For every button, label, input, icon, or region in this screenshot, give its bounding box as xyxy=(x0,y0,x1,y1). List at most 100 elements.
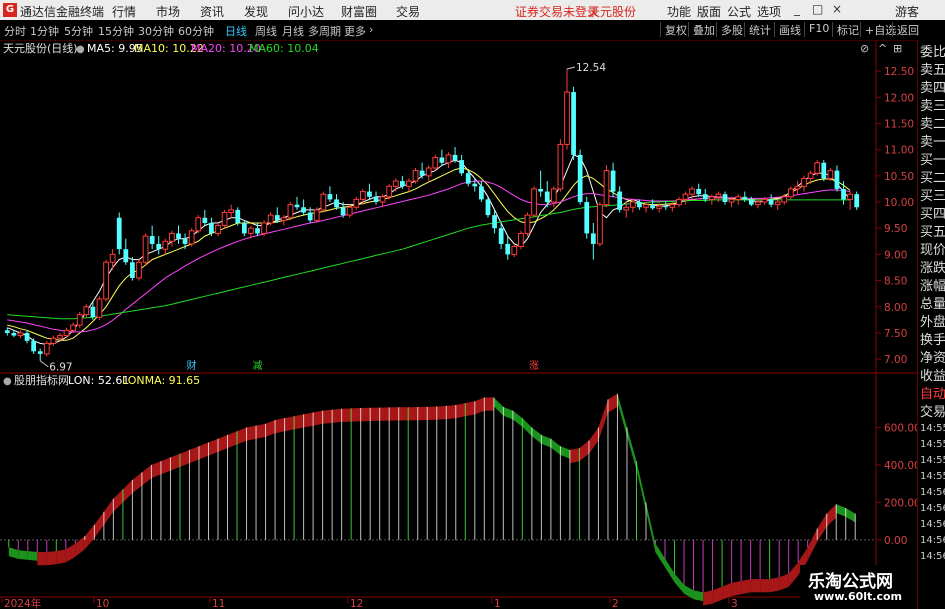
candle-body xyxy=(505,243,511,255)
candle-body xyxy=(629,201,636,208)
candle-body xyxy=(24,332,30,341)
side-mai5[interactable]: 卖五 xyxy=(920,62,945,80)
close-icon[interactable]: × xyxy=(832,2,842,16)
period-5min[interactable]: 5分钟 xyxy=(64,23,93,39)
ribbon-segment xyxy=(389,407,399,421)
side-huanshou[interactable]: 换手 xyxy=(920,332,945,350)
chevron-right-icon[interactable]: › xyxy=(369,23,373,36)
tool-diejia[interactable]: 叠加 xyxy=(688,22,715,37)
menu-zixun[interactable]: 资讯 xyxy=(200,3,224,20)
side-shouyi[interactable]: 收益 xyxy=(920,368,945,386)
menu-caifuquan[interactable]: 财富圈 xyxy=(341,3,377,20)
tool-biaoji[interactable]: 标记 xyxy=(832,22,859,37)
ribbon-segment xyxy=(56,549,66,565)
side-mai4[interactable]: 卖四 xyxy=(920,80,945,98)
period-more[interactable]: 更多 xyxy=(344,23,366,39)
ribbon-segment xyxy=(294,414,304,430)
ribbon-segment xyxy=(446,405,456,420)
side-zongliang[interactable]: 总量 xyxy=(920,296,945,314)
tool-fuquan[interactable]: 复权 xyxy=(660,22,687,37)
menu-hangqing[interactable]: 行情 xyxy=(112,3,136,20)
candle-body xyxy=(294,204,300,208)
settings-toggle-icon[interactable]: ● xyxy=(76,44,85,55)
side-auto[interactable]: 自动 xyxy=(920,386,945,404)
candle-body xyxy=(320,193,327,211)
date-tick-label: 11 xyxy=(212,598,225,609)
menu-banmian[interactable]: 版面 xyxy=(697,3,721,20)
candle-body xyxy=(794,185,801,190)
candle-body xyxy=(176,233,181,239)
ribbon-segment xyxy=(237,427,247,445)
candle-body xyxy=(103,261,109,300)
tick-time-5: 14:56 xyxy=(920,487,945,498)
menu-xuanxiang[interactable]: 选项 xyxy=(757,3,781,20)
side-xianjia[interactable]: 现价 xyxy=(920,242,945,260)
tool-huaxian[interactable]: 画线 xyxy=(774,22,801,37)
chart-area[interactable]: 天元股份(日线) ● MA5: 9.95 MA10: 10.22 MA20: 1… xyxy=(0,40,917,609)
expand-icon[interactable]: ⊘ xyxy=(860,42,869,55)
menu-faxian[interactable]: 发现 xyxy=(244,3,268,20)
candle-body xyxy=(676,198,682,206)
sub-toggle-icon[interactable]: ● xyxy=(3,376,12,387)
zoom-icon[interactable]: ⊞ xyxy=(893,42,902,55)
side-buy5[interactable]: 买五 xyxy=(920,224,945,242)
candle-body xyxy=(656,205,663,209)
period-30min[interactable]: 30分钟 xyxy=(138,23,174,39)
side-buy1[interactable]: 买一 xyxy=(920,152,945,170)
date-tick-label: 12 xyxy=(350,598,363,609)
candle-body xyxy=(307,212,313,221)
candle-body xyxy=(761,198,768,203)
period-1min[interactable]: 1分钟 xyxy=(30,23,59,39)
side-zhangdie[interactable]: 涨跌 xyxy=(920,260,945,278)
candle-body xyxy=(577,154,583,203)
side-zhangfu[interactable]: 涨幅 xyxy=(920,278,945,296)
tool-tongji[interactable]: 统计 xyxy=(744,22,771,37)
side-trades[interactable]: 交易 xyxy=(920,404,945,422)
side-mai2[interactable]: 卖二 xyxy=(920,116,945,134)
tool-back[interactable]: 返回 xyxy=(892,22,919,37)
side-buy2[interactable]: 买二 xyxy=(920,170,945,188)
period-60min[interactable]: 60分钟 xyxy=(178,23,214,39)
side-buy4[interactable]: 买四 xyxy=(920,206,945,224)
side-jingzi[interactable]: 净资 xyxy=(920,350,945,368)
period-multi[interactable]: 多周期 xyxy=(308,23,341,39)
ribbon-segment xyxy=(436,405,447,420)
ribbon-segment xyxy=(665,558,675,583)
candle-body xyxy=(261,222,267,234)
side-mai1[interactable]: 卖一 xyxy=(920,134,945,152)
watermark-title: 乐淘公式网 xyxy=(808,572,893,592)
ribbon-segment xyxy=(617,393,627,437)
guest-login[interactable]: 游客 xyxy=(895,3,919,20)
period-15min[interactable]: 15分钟 xyxy=(98,23,134,39)
candle-body xyxy=(90,306,96,318)
tool-add-watchlist[interactable]: +自选 xyxy=(860,22,896,37)
side-waipan[interactable]: 外盘 xyxy=(920,314,945,332)
menu-shichang[interactable]: 市场 xyxy=(156,3,180,20)
period-fenshi[interactable]: 分时 xyxy=(4,23,26,39)
candle-body xyxy=(419,170,425,176)
side-weibi[interactable]: 委比 xyxy=(920,44,945,62)
price-tick-label: 7.00 xyxy=(884,354,907,366)
menu-gongneng[interactable]: 功能 xyxy=(667,3,691,20)
ribbon-segment xyxy=(541,434,551,448)
side-mai3[interactable]: 卖三 xyxy=(920,98,945,116)
menu-jiaoyi[interactable]: 交易 xyxy=(396,3,420,20)
period-monthly[interactable]: 月线 xyxy=(282,23,304,39)
menu-wenxiaoda[interactable]: 问小达 xyxy=(288,3,324,20)
maximize-icon[interactable]: □ xyxy=(812,2,823,16)
menu-gongshi[interactable]: 公式 xyxy=(727,3,751,20)
indicator-pane xyxy=(0,393,876,606)
candle-body xyxy=(287,204,294,219)
side-buy3[interactable]: 买三 xyxy=(920,188,945,206)
collapse-icon[interactable]: ^ xyxy=(878,42,887,55)
tool-duogu[interactable]: 多股 xyxy=(716,22,743,37)
period-weekly[interactable]: 周线 xyxy=(255,23,277,39)
ribbon-segment xyxy=(84,524,95,550)
tool-f10[interactable]: F10 xyxy=(804,22,829,37)
ribbon-segment xyxy=(484,397,494,411)
period-daily[interactable]: 日线 xyxy=(225,23,247,39)
candle-body xyxy=(43,342,50,355)
minimize-icon[interactable]: _ xyxy=(794,2,800,16)
trade-login-notice[interactable]: 证券交易未登录 xyxy=(515,3,599,20)
event-marker: 涨 xyxy=(529,360,539,372)
